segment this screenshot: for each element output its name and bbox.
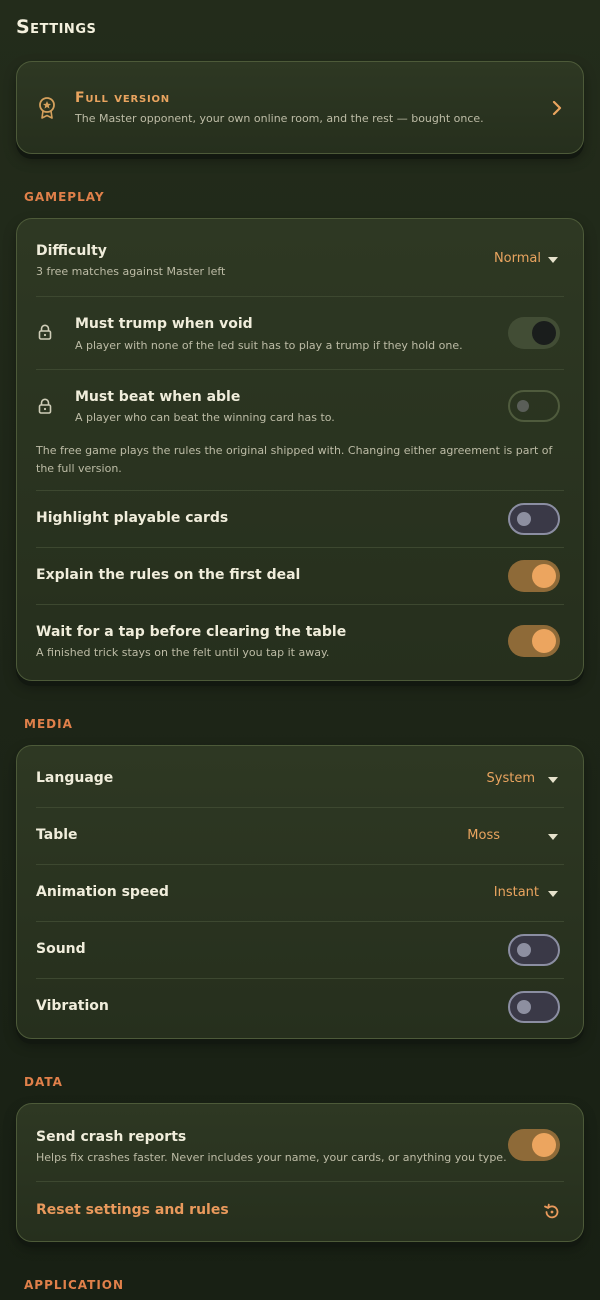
wait-tap-toggle[interactable] xyxy=(508,625,560,657)
rules-note: The free game plays the rules the origin… xyxy=(36,444,553,475)
must-beat-subtitle: A player who can beat the winning card h… xyxy=(75,411,335,424)
vibration-toggle[interactable] xyxy=(508,991,560,1023)
crash-reports-subtitle: Helps fix crashes faster. Never includes… xyxy=(36,1151,507,1164)
must-beat-row[interactable]: Must beat when able A player who can bea… xyxy=(17,370,583,430)
must-beat-toggle[interactable] xyxy=(508,390,560,422)
toggle-knob xyxy=(532,1133,556,1157)
crash-reports-title: Send crash reports xyxy=(36,1129,187,1145)
full-version-description: The Master opponent, your own online roo… xyxy=(75,112,484,125)
difficulty-title: Difficulty xyxy=(36,243,107,259)
chevron-down-icon xyxy=(548,777,558,783)
difficulty-value[interactable]: Normal xyxy=(494,251,541,266)
wait-tap-subtitle: A finished trick stays on the felt until… xyxy=(36,646,330,659)
must-trump-title: Must trump when void xyxy=(75,316,253,332)
section-label-application: APPLICATION xyxy=(24,1278,125,1292)
chevron-down-icon xyxy=(548,891,558,897)
section-label-data: DATA xyxy=(24,1075,63,1089)
must-trump-toggle[interactable] xyxy=(508,317,560,349)
difficulty-subtitle: 3 free matches against Master left xyxy=(36,265,226,278)
wait-tap-title: Wait for a tap before clearing the table xyxy=(36,624,347,640)
must-trump-row[interactable]: Must trump when void A player with none … xyxy=(17,297,583,369)
sound-toggle[interactable] xyxy=(508,934,560,966)
crash-reports-row[interactable]: Send crash reports Helps fix crashes fas… xyxy=(17,1104,583,1182)
toggle-knob xyxy=(517,512,531,526)
explain-toggle[interactable] xyxy=(508,560,560,592)
vibration-title: Vibration xyxy=(36,998,109,1014)
lock-icon xyxy=(38,398,52,418)
chevron-down-icon xyxy=(548,834,558,840)
table-row[interactable]: Table Moss xyxy=(17,808,583,864)
toggle-knob xyxy=(532,321,556,345)
table-value[interactable]: Moss xyxy=(467,828,500,843)
toggle-knob xyxy=(532,564,556,588)
award-icon xyxy=(38,96,56,124)
highlight-row[interactable]: Highlight playable cards xyxy=(17,491,583,547)
page-title: Settings xyxy=(16,16,97,38)
explain-row[interactable]: Explain the rules on the first deal xyxy=(17,548,583,604)
toggle-knob xyxy=(517,1000,531,1014)
data-card: Send crash reports Helps fix crashes fas… xyxy=(16,1103,584,1242)
table-title: Table xyxy=(36,827,78,843)
full-version-card[interactable]: Full version The Master opponent, your o… xyxy=(16,61,584,154)
gameplay-card: Difficulty 3 free matches against Master… xyxy=(16,218,584,681)
wait-tap-row[interactable]: Wait for a tap before clearing the table… xyxy=(17,605,583,681)
explain-title: Explain the rules on the first deal xyxy=(36,567,301,583)
full-version-title: Full version xyxy=(75,90,170,106)
media-card: Language System Table Moss Animation spe… xyxy=(16,745,584,1039)
must-trump-subtitle: A player with none of the led suit has t… xyxy=(75,339,463,352)
chevron-down-icon xyxy=(548,257,558,263)
highlight-toggle[interactable] xyxy=(508,503,560,535)
sound-title: Sound xyxy=(36,941,86,957)
reset-row[interactable]: Reset settings and rules xyxy=(17,1182,583,1240)
sound-row[interactable]: Sound xyxy=(17,922,583,978)
language-row[interactable]: Language System xyxy=(17,746,583,808)
highlight-title: Highlight playable cards xyxy=(36,510,229,526)
toggle-knob xyxy=(517,943,531,957)
language-value[interactable]: System xyxy=(487,771,535,786)
language-title: Language xyxy=(36,770,114,786)
toggle-knob xyxy=(517,400,529,412)
animation-value[interactable]: Instant xyxy=(494,885,539,900)
difficulty-row[interactable]: Difficulty 3 free matches against Master… xyxy=(17,219,583,296)
crash-reports-toggle[interactable] xyxy=(508,1129,560,1161)
vibration-row[interactable]: Vibration xyxy=(17,979,583,1037)
reset-icon xyxy=(542,1202,562,1226)
animation-title: Animation speed xyxy=(36,884,169,900)
must-beat-title: Must beat when able xyxy=(75,389,241,405)
reset-title: Reset settings and rules xyxy=(36,1202,229,1218)
toggle-knob xyxy=(532,629,556,653)
chevron-right-icon xyxy=(552,100,562,119)
section-label-gameplay: GAMEPLAY xyxy=(24,190,105,204)
section-label-media: MEDIA xyxy=(24,717,73,731)
animation-row[interactable]: Animation speed Instant xyxy=(17,865,583,921)
lock-icon xyxy=(38,324,52,344)
